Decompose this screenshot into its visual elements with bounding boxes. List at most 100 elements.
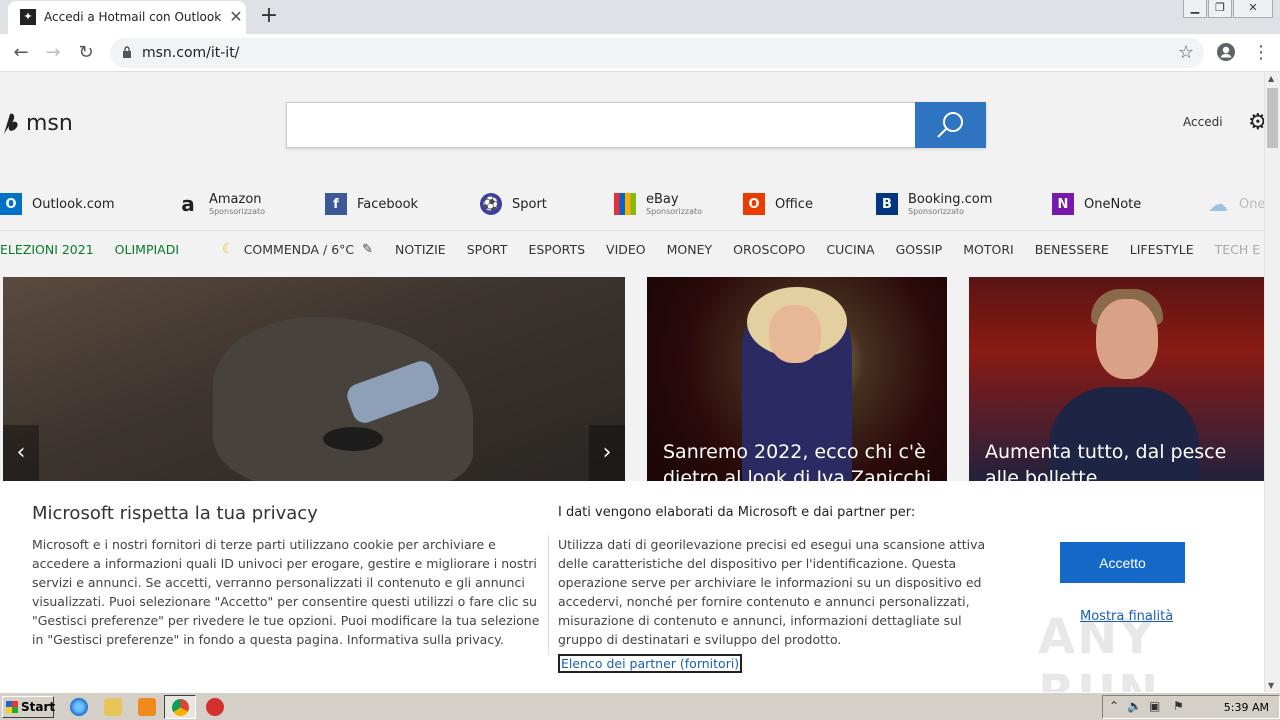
nav-sport[interactable]: SPORT <box>467 242 508 257</box>
category-nav: ELEZIONI 2021 OLIMPIADI ☾ COMMENDA / 6°C… <box>0 230 1264 268</box>
reload-button[interactable]: ↻ <box>73 41 99 65</box>
nav-olimpiadi[interactable]: OLIMPIADI <box>115 242 179 257</box>
msn-butterfly-icon <box>4 113 18 134</box>
address-bar[interactable]: msn.com/it-it/ ☆ <box>110 38 1204 68</box>
tab-close-icon[interactable]: ✕ <box>226 7 246 27</box>
browser-menu-icon[interactable]: ⋮ <box>1252 42 1270 63</box>
lock-icon <box>123 46 131 58</box>
quicklink-label: Office <box>775 196 813 212</box>
story-card[interactable]: Aumenta tutto, dal pesce alle bollette <box>969 277 1264 487</box>
sponsored-label: Sponsorizzato <box>908 207 965 216</box>
quicklink-office[interactable]: O Office <box>743 184 813 224</box>
story-image-face <box>769 305 821 363</box>
quicklink-booking[interactable]: B Booking.com Sponsorizzato <box>876 184 992 224</box>
quicklink-label: Facebook <box>357 196 419 212</box>
scroll-down-icon[interactable]: ▼ <box>1268 681 1274 690</box>
network-icon[interactable]: ▣ <box>1149 699 1160 713</box>
nav-benessere[interactable]: BENESSERE <box>1035 242 1109 257</box>
nav-esports[interactable]: ESPORTS <box>528 242 585 257</box>
story-title[interactable]: Sanremo 2022, ecco chi c'è dietro al loo… <box>663 439 933 487</box>
quicklink-outlook[interactable]: O Outlook.com <box>0 184 115 224</box>
bookmark-star-icon[interactable]: ☆ <box>1178 42 1194 63</box>
chrome-taskbar-button[interactable] <box>164 695 196 719</box>
nav-oroscopo[interactable]: OROSCOPO <box>733 242 805 257</box>
new-tab-button[interactable]: + <box>256 5 282 29</box>
story-title[interactable]: Aumenta tutto, dal pesce alle bollette <box>985 439 1255 487</box>
privacy-consent-banner: Microsoft rispetta la tua privacy Micros… <box>0 481 1264 692</box>
onenote-icon: N <box>1052 193 1074 215</box>
nav-video[interactable]: VIDEO <box>606 242 646 257</box>
media-player-icon[interactable] <box>138 698 156 716</box>
booking-icon: B <box>876 193 898 215</box>
browser-toolbar: ← → ↻ msn.com/it-it/ ☆ ⋮ <box>0 34 1280 72</box>
scroll-up-icon[interactable]: ▲ <box>1268 74 1274 83</box>
nav-cucina[interactable]: CUCINA <box>826 242 874 257</box>
nav-gossip[interactable]: GOSSIP <box>896 242 943 257</box>
msn-logo[interactable]: msn <box>0 110 73 136</box>
onedrive-icon: ☁ <box>1208 192 1228 216</box>
taskbar: Start ⌃ 🔈 ▣ ⚑ 5:39 AM <box>0 692 1280 720</box>
nav-tech[interactable]: TECH E SC <box>1215 242 1264 257</box>
nav-elezioni[interactable]: ELEZIONI 2021 <box>0 242 94 257</box>
quicklink-onedrive[interactable]: ☁ One <box>1207 184 1264 224</box>
msn-favicon-icon: ✦ <box>20 9 36 25</box>
close-window-button[interactable]: ✕ <box>1233 0 1273 18</box>
quicklink-facebook[interactable]: f Facebook <box>325 184 418 224</box>
quicklink-onenote[interactable]: N OneNote <box>1052 184 1141 224</box>
ie-icon[interactable] <box>70 698 88 716</box>
minimize-button[interactable]: ▁ <box>1183 0 1207 18</box>
nav-motori[interactable]: MOTORI <box>963 242 1013 257</box>
consent-divider <box>548 535 549 655</box>
folder-icon[interactable] <box>104 698 122 716</box>
sponsored-label: Sponsorizzato <box>646 207 703 216</box>
page-scrollbar[interactable]: ▲ ▼ <box>1264 72 1280 692</box>
browser-tab[interactable]: ✦ Accedi a Hotmail con Outlook, leggi l … <box>8 1 246 34</box>
msn-page: msn Accedi ⚙ O Outlook.com a Amazon Spons… <box>0 72 1264 692</box>
nav-money[interactable]: MONEY <box>667 242 713 257</box>
quicklink-label: OneNote <box>1084 196 1142 212</box>
edit-pencil-icon[interactable]: ✎ <box>362 242 373 257</box>
quicklink-ebay[interactable]: eBay Sponsorizzato <box>614 184 702 224</box>
moon-icon: ☾ <box>222 242 234 257</box>
search-button[interactable] <box>915 102 986 148</box>
hero-carousel-image[interactable]: ‹ › <box>3 277 625 487</box>
carousel-prev-icon[interactable]: ‹ <box>3 425 39 481</box>
partners-link[interactable]: Elenco dei partner (fornitori) <box>558 654 743 673</box>
story-card[interactable]: Sanremo 2022, ecco chi c'è dietro al loo… <box>647 277 947 487</box>
start-button[interactable]: Start <box>2 696 55 718</box>
forward-button[interactable]: → <box>40 41 66 65</box>
quicklink-label: Outlook.com <box>32 196 115 212</box>
restore-button[interactable]: ❐ <box>1208 0 1232 18</box>
show-purposes-link[interactable]: Mostra finalità <box>1080 609 1173 624</box>
flag-icon[interactable]: ⚑ <box>1173 699 1184 713</box>
tray-arrow-icon[interactable]: ⌃ <box>1109 699 1119 713</box>
opera-icon[interactable] <box>206 698 224 716</box>
windows-flag-icon <box>6 701 18 713</box>
nav-lifestyle[interactable]: LIFESTYLE <box>1130 242 1194 257</box>
sponsored-label: Sponsorizzato <box>209 207 266 216</box>
quicklink-label: eBay <box>646 192 679 207</box>
scroll-thumb[interactable] <box>1267 88 1278 148</box>
office-icon: O <box>743 193 765 215</box>
msn-logo-text: msn <box>26 110 73 136</box>
accept-button[interactable]: Accetto <box>1060 542 1185 583</box>
story-image-face <box>1096 299 1158 379</box>
tab-title: Accedi a Hotmail con Outlook, leggi l <box>44 10 222 24</box>
weather-location[interactable]: COMMENDA / 6°C <box>244 242 354 257</box>
consent-purposes-text: Utilizza dati di georilevazione precisi … <box>558 537 986 647</box>
system-tray: ⌃ 🔈 ▣ ⚑ 5:39 AM <box>1102 695 1280 719</box>
quicklink-label: Amazon <box>209 192 262 207</box>
quicklink-sport[interactable]: ⚽ Sport <box>480 184 547 224</box>
volume-icon[interactable]: 🔈 <box>1127 699 1142 713</box>
search-icon <box>937 112 963 138</box>
search-input[interactable] <box>286 102 986 148</box>
nav-notizie[interactable]: NOTIZIE <box>395 242 446 257</box>
carousel-next-icon[interactable]: › <box>589 425 625 481</box>
quicklink-amazon[interactable]: a Amazon Sponsorizzato <box>177 184 265 224</box>
settings-gear-icon[interactable]: ⚙ <box>1248 110 1264 135</box>
chrome-icon <box>172 699 189 716</box>
back-button[interactable]: ← <box>8 41 34 65</box>
signin-link[interactable]: Accedi <box>1183 115 1223 129</box>
quicklink-label: One <box>1239 196 1264 212</box>
profile-icon[interactable] <box>1216 42 1236 62</box>
